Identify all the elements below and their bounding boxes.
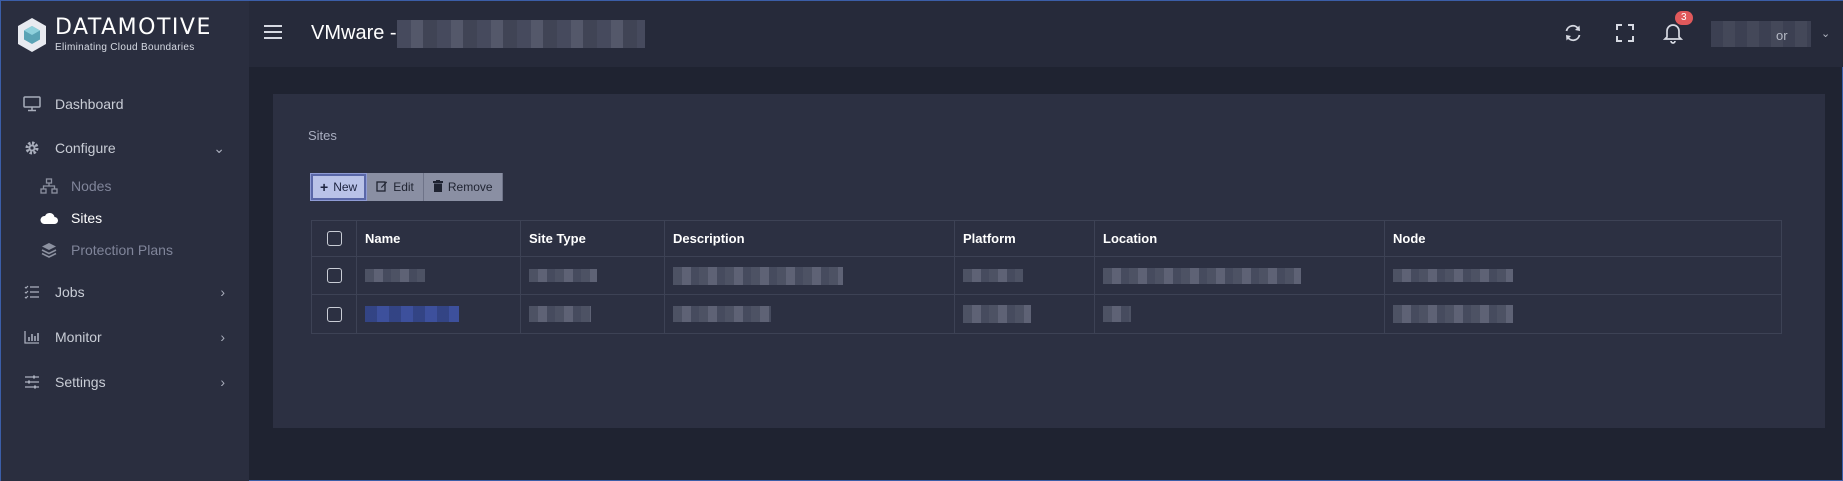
cell-node: [1384, 257, 1783, 294]
fullscreen-icon[interactable]: [1612, 20, 1638, 46]
brand[interactable]: DATAMOTIVE Eliminating Cloud Boundaries: [17, 15, 212, 55]
remove-button[interactable]: Remove: [423, 173, 503, 201]
cell-platform: [954, 295, 1094, 333]
chevron-down-icon: ⌄: [213, 139, 225, 156]
redacted-text: [529, 306, 591, 322]
column-header-node[interactable]: Node: [1384, 221, 1783, 256]
cell-node: [1384, 295, 1783, 333]
sidebar-item-label: Dashboard: [55, 96, 124, 112]
cloud-icon: [38, 207, 60, 229]
header-checkbox-cell: [312, 221, 356, 256]
sliders-icon: [21, 371, 43, 393]
cell-site-type: [520, 257, 664, 294]
page-title: Sites: [308, 128, 337, 143]
sidebar-item-label: Monitor: [55, 329, 102, 345]
column-header-platform[interactable]: Platform: [954, 221, 1094, 256]
redacted-text: [1393, 269, 1513, 282]
sidebar-item-dashboard[interactable]: Dashboard: [1, 86, 249, 122]
sidebar-item-label: Configure: [55, 140, 116, 156]
redacted-text: [1103, 267, 1301, 284]
toolbar: + New Edit Remove: [310, 173, 503, 201]
cell-name: [356, 295, 520, 333]
redacted-user-name[interactable]: [1711, 21, 1811, 47]
column-header-name[interactable]: Name: [356, 221, 520, 256]
new-button[interactable]: + New: [310, 173, 368, 201]
trash-icon: [432, 179, 443, 195]
table-row[interactable]: [312, 295, 1781, 333]
table-header-row: Name Site Type Description Platform Loca…: [312, 221, 1781, 257]
user-name[interactable]: or: [1776, 28, 1788, 43]
redacted-text: [1103, 306, 1131, 322]
redacted-text: [673, 266, 843, 285]
sidebar-item-label: Sites: [71, 210, 103, 226]
redacted-text: [963, 269, 1023, 282]
column-header-description[interactable]: Description: [664, 221, 954, 256]
refresh-icon[interactable]: [1560, 20, 1586, 46]
monitor-icon: [21, 93, 43, 115]
datamotive-logo-icon: [18, 18, 46, 52]
sidebar-item-label: Protection Plans: [71, 242, 173, 258]
bar-chart-icon: [21, 326, 43, 348]
edit-button[interactable]: Edit: [367, 173, 424, 201]
sites-table: Name Site Type Description Platform Loca…: [311, 220, 1782, 334]
cell-location: [1094, 257, 1384, 294]
redacted-text: [673, 306, 771, 322]
network-icon: [38, 175, 60, 197]
sidebar-item-label: Nodes: [71, 178, 112, 194]
sidebar-item-configure[interactable]: Configure ⌄: [1, 130, 249, 166]
chevron-right-icon: ›: [220, 374, 225, 390]
sidebar-item-protection-plans[interactable]: Protection Plans: [1, 235, 249, 265]
sidebar-item-settings[interactable]: Settings ›: [1, 364, 249, 400]
row-checkbox-cell: [312, 295, 356, 333]
new-button-label: New: [333, 180, 358, 194]
edit-button-label: Edit: [393, 180, 414, 194]
chevron-right-icon: ›: [220, 329, 225, 345]
brand-tagline: Eliminating Cloud Boundaries: [55, 42, 195, 53]
hamburger-menu-icon[interactable]: [264, 25, 282, 41]
redacted-text: [1393, 305, 1513, 323]
sidebar-item-jobs[interactable]: Jobs ›: [1, 274, 249, 310]
row-checkbox[interactable]: [326, 268, 342, 283]
redacted-text: [365, 269, 425, 282]
table-row[interactable]: [312, 257, 1781, 295]
row-checkbox-cell: [312, 257, 356, 294]
chevron-right-icon: ›: [220, 284, 225, 300]
brand-name: DATAMOTIVE: [55, 15, 212, 40]
top-header: VMware - 3 or ⌄: [249, 1, 1843, 67]
row-checkbox[interactable]: [326, 306, 342, 322]
cell-name: [356, 257, 520, 294]
edit-icon: [376, 180, 388, 195]
sidebar: DATAMOTIVE Eliminating Cloud Boundaries …: [1, 1, 249, 481]
sidebar-item-label: Jobs: [55, 284, 85, 300]
plus-icon: +: [320, 179, 329, 195]
list-icon: [21, 281, 43, 303]
page-header-title: VMware -: [311, 22, 397, 44]
redacted-title: [397, 20, 645, 48]
cell-description: [664, 257, 954, 294]
notification-badge: 3: [1675, 11, 1693, 25]
redacted-text: [529, 269, 597, 282]
chevron-down-icon[interactable]: ⌄: [1821, 27, 1830, 40]
sidebar-item-label: Settings: [55, 374, 106, 390]
cell-site-type: [520, 295, 664, 333]
sidebar-item-nodes[interactable]: Nodes: [1, 171, 249, 201]
gear-icon: [21, 137, 43, 159]
sites-panel: Sites + New Edit Remove Name Site Type D…: [273, 94, 1825, 428]
sidebar-item-monitor[interactable]: Monitor ›: [1, 319, 249, 355]
column-header-location[interactable]: Location: [1094, 221, 1384, 256]
layers-icon: [38, 239, 60, 261]
cell-location: [1094, 295, 1384, 333]
sidebar-item-sites[interactable]: Sites: [1, 203, 249, 233]
cell-platform: [954, 257, 1094, 294]
redacted-text: [963, 305, 1031, 323]
cell-description: [664, 295, 954, 333]
select-all-checkbox[interactable]: [326, 231, 342, 246]
site-name-link[interactable]: [365, 306, 459, 322]
remove-button-label: Remove: [447, 180, 493, 194]
column-header-site-type[interactable]: Site Type: [520, 221, 664, 256]
